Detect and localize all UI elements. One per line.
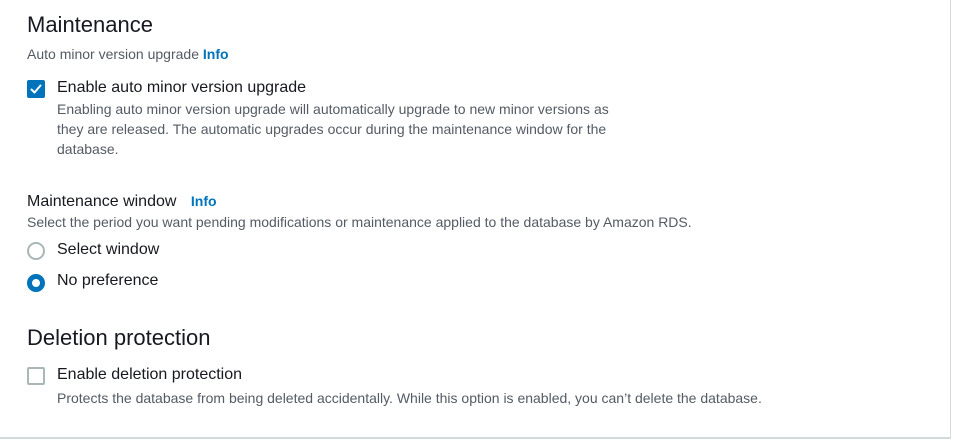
- deletion-protection-description-text: Protects the database from being deleted…: [57, 390, 762, 406]
- deletion-protection-checkbox[interactable]: [27, 367, 45, 385]
- deletion-protection-checkbox-label[interactable]: Enable deletion protection: [57, 364, 242, 386]
- maintenance-window-info-link[interactable]: Info: [191, 193, 217, 209]
- auto-minor-upgrade-description-line: Enabling auto minor version upgrade will…: [57, 101, 609, 117]
- auto-minor-upgrade-checkbox[interactable]: [27, 80, 45, 98]
- auto-minor-upgrade-description: Enabling auto minor version upgrade will…: [57, 99, 609, 159]
- radio-select-window-label[interactable]: Select window: [57, 239, 159, 261]
- deletion-protection-heading: Deletion protection: [27, 325, 211, 350]
- auto-minor-upgrade-info-link[interactable]: Info: [203, 46, 229, 62]
- radio-no-preference[interactable]: [27, 274, 45, 292]
- radio-no-preference-label[interactable]: No preference: [57, 270, 158, 292]
- maintenance-window-label: Maintenance window Info: [27, 190, 217, 213]
- radio-select-window[interactable]: [27, 242, 45, 260]
- checkmark-icon: [30, 84, 42, 94]
- maintenance-window-description: Select the period you want pending modif…: [27, 214, 692, 230]
- auto-minor-upgrade-description-line: database.: [57, 141, 119, 157]
- deletion-protection-description: Protects the database from being deleted…: [57, 388, 762, 408]
- maintenance-window-label-text: Maintenance window: [27, 193, 177, 210]
- database-options-panel: Maintenance Auto minor version upgrade I…: [0, 0, 951, 439]
- auto-minor-upgrade-caption: Auto minor version upgrade Info: [27, 44, 229, 64]
- auto-minor-upgrade-checkbox-label[interactable]: Enable auto minor version upgrade: [57, 77, 306, 99]
- auto-minor-upgrade-caption-text: Auto minor version upgrade: [27, 46, 199, 62]
- maintenance-heading: Maintenance: [27, 12, 153, 37]
- auto-minor-upgrade-description-line: they are released. The automatic upgrade…: [57, 121, 607, 137]
